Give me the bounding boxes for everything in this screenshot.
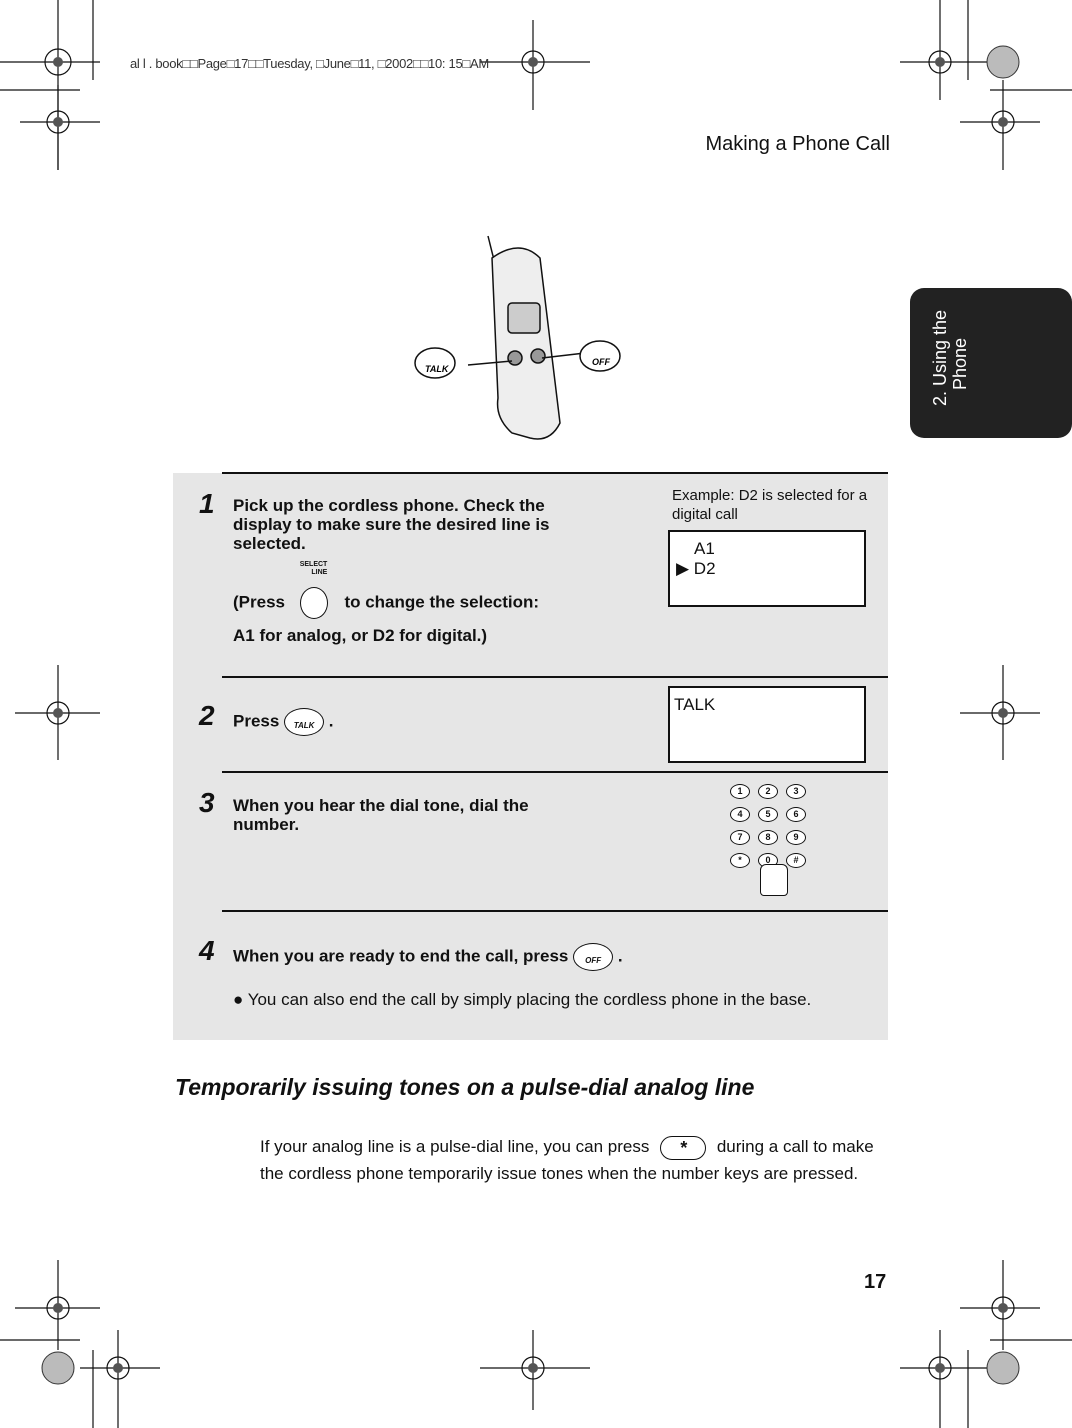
crosshair-icon: [0, 0, 100, 170]
keypad-key: 4: [730, 807, 750, 822]
keypad-key: *: [730, 853, 750, 868]
select-line-label: SELECT LINE: [299, 561, 328, 576]
file-meta-line: al l . book□□Page□17□□Tuesday, □June□11,…: [130, 56, 489, 71]
step-number: 1: [199, 488, 215, 519]
chapter-tab-line2: Phone: [950, 337, 970, 390]
example-caption: Example: D2 is selected for a digital ca…: [672, 487, 868, 523]
step-number: 4: [199, 935, 215, 966]
keypad-key: 3: [786, 784, 806, 799]
pointing-hand-icon: [760, 864, 788, 896]
keypad-key: 6: [786, 807, 806, 822]
lcd-display-talk: TALK: [668, 686, 866, 763]
step-1-note: A1 for analog, or D2 for digital.): [233, 626, 488, 645]
star-key-icon: *: [660, 1135, 707, 1160]
step-1-press-line: (Press SELECT LINE to change the selectio…: [233, 561, 539, 619]
off-button-icon: OFF: [573, 943, 614, 971]
keypad-key: 8: [758, 830, 778, 845]
divider: [222, 910, 888, 912]
select-line-button-icon: [299, 587, 328, 619]
section-paragraph: If your analog line is a pulse-dial line…: [260, 1135, 874, 1183]
keypad-key: #: [786, 853, 806, 868]
cordless-phone-illustration: TALK OFF: [414, 235, 621, 440]
lcd-line-a1: A1: [694, 539, 715, 558]
talk-button-icon: TALK: [284, 708, 325, 736]
keypad-key: 9: [786, 830, 806, 845]
off-button-label: OFF: [592, 357, 610, 367]
chapter-tab[interactable]: 2. Using the Phone: [910, 288, 1072, 438]
talk-button-label: TALK: [425, 364, 450, 374]
page-number: 17: [864, 1271, 887, 1293]
page-header: Making a Phone Call: [705, 133, 890, 155]
manual-page: al l . book□□Page□17□□Tuesday, □June□11,…: [0, 0, 1072, 1428]
keypad-key: 7: [730, 830, 750, 845]
keypad-key: 1: [730, 784, 750, 799]
step-4-text: When you are ready to end the call, pres…: [233, 943, 623, 971]
keypad-illustration: 1 2 3 4 5 6 7 8 9 * 0 #: [730, 784, 820, 904]
step-4-bullet: ● You can also end the call by simply pl…: [233, 990, 812, 1009]
keypad-key: 2: [758, 784, 778, 799]
keypad-key: 5: [758, 807, 778, 822]
step-number: 3: [199, 787, 215, 818]
lcd-display-line-select: A1 ▶ D2: [668, 530, 866, 607]
divider: [222, 676, 888, 678]
step-1-text: Pick up the cordless phone. Check the di…: [233, 496, 550, 553]
divider: [222, 771, 888, 773]
divider: [222, 472, 888, 474]
chapter-tab-line1: 2. Using the: [930, 309, 950, 406]
section-heading: Temporarily issuing tones on a pulse-dia…: [175, 1074, 755, 1100]
step-2-text: Press TALK .: [233, 708, 334, 736]
step-number: 2: [199, 700, 215, 731]
step-3-text: When you hear the dial tone, dial the nu…: [233, 796, 529, 834]
lcd-line-d2: ▶ D2: [676, 559, 716, 578]
